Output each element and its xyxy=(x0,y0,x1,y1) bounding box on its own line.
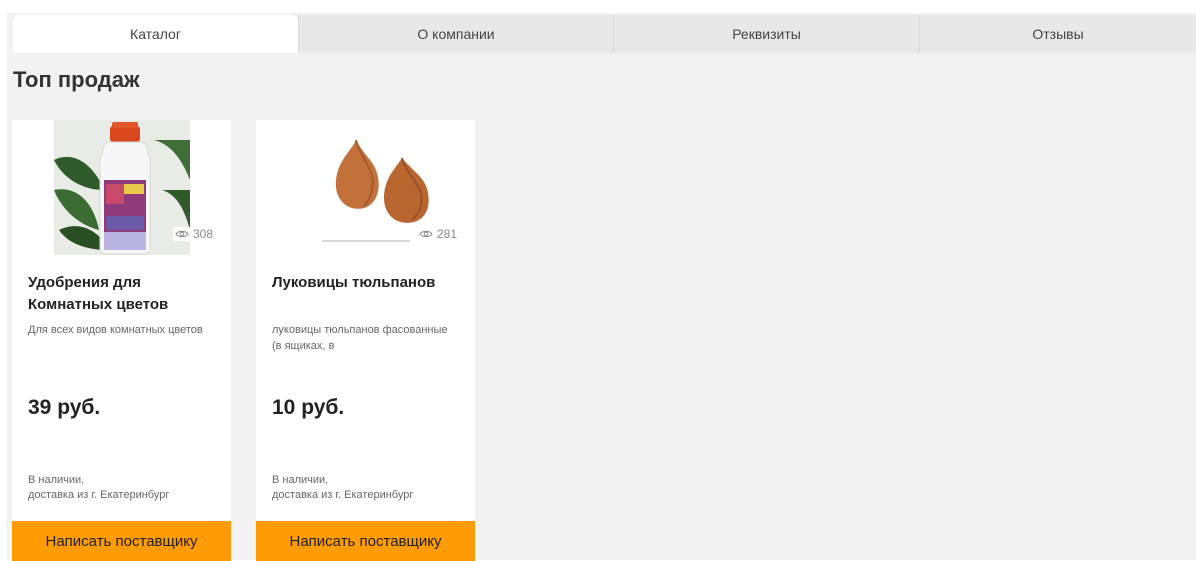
views-count: 308 xyxy=(192,227,213,241)
eye-icon xyxy=(419,230,433,238)
contact-supplier-button[interactable]: Написать поставщику xyxy=(256,521,475,561)
product-price: 39 руб. xyxy=(28,396,101,419)
views-count: 281 xyxy=(436,227,457,241)
views-counter: 281 xyxy=(416,227,459,241)
fertilizer-bottle-image xyxy=(53,120,190,255)
product-card: 308 Удобрения для Комнатных цветов Для в… xyxy=(12,120,231,561)
product-card: 281 Луковицы тюльпанов луковицы тюльпано… xyxy=(256,120,475,561)
page: Каталог О компании Реквизиты Отзывы Топ … xyxy=(0,0,1196,561)
tab-reviews[interactable]: Отзывы xyxy=(919,15,1196,53)
product-availability: В наличии, доставка из г. Екатеринбург xyxy=(28,473,228,503)
product-price: 10 руб. xyxy=(272,396,345,419)
product-title[interactable]: Удобрения для Комнатных цветов xyxy=(28,272,218,316)
views-counter: 308 xyxy=(172,227,215,241)
section-title: Топ продаж xyxy=(13,67,140,92)
product-description: луковицы тюльпанов фасованные (в ящиках,… xyxy=(272,324,448,352)
delivery-location: доставка из г. Екатеринбург xyxy=(28,489,170,501)
tab-bar: Каталог О компании Реквизиты Отзывы xyxy=(13,15,1196,53)
contact-supplier-button[interactable]: Написать поставщику xyxy=(12,521,231,561)
eye-icon xyxy=(175,230,189,238)
tab-about[interactable]: О компании xyxy=(298,15,613,53)
tab-requisites[interactable]: Реквизиты xyxy=(613,15,919,53)
delivery-location: доставка из г. Екатеринбург xyxy=(272,489,414,501)
availability-status: В наличии, xyxy=(28,474,85,486)
availability-status: В наличии, xyxy=(272,474,329,486)
product-description: Для всех видов комнатных цветов xyxy=(28,324,203,336)
product-title[interactable]: Луковицы тюльпанов xyxy=(272,272,462,294)
tab-catalog[interactable]: Каталог xyxy=(13,15,298,53)
product-availability: В наличии, доставка из г. Екатеринбург xyxy=(272,473,472,503)
